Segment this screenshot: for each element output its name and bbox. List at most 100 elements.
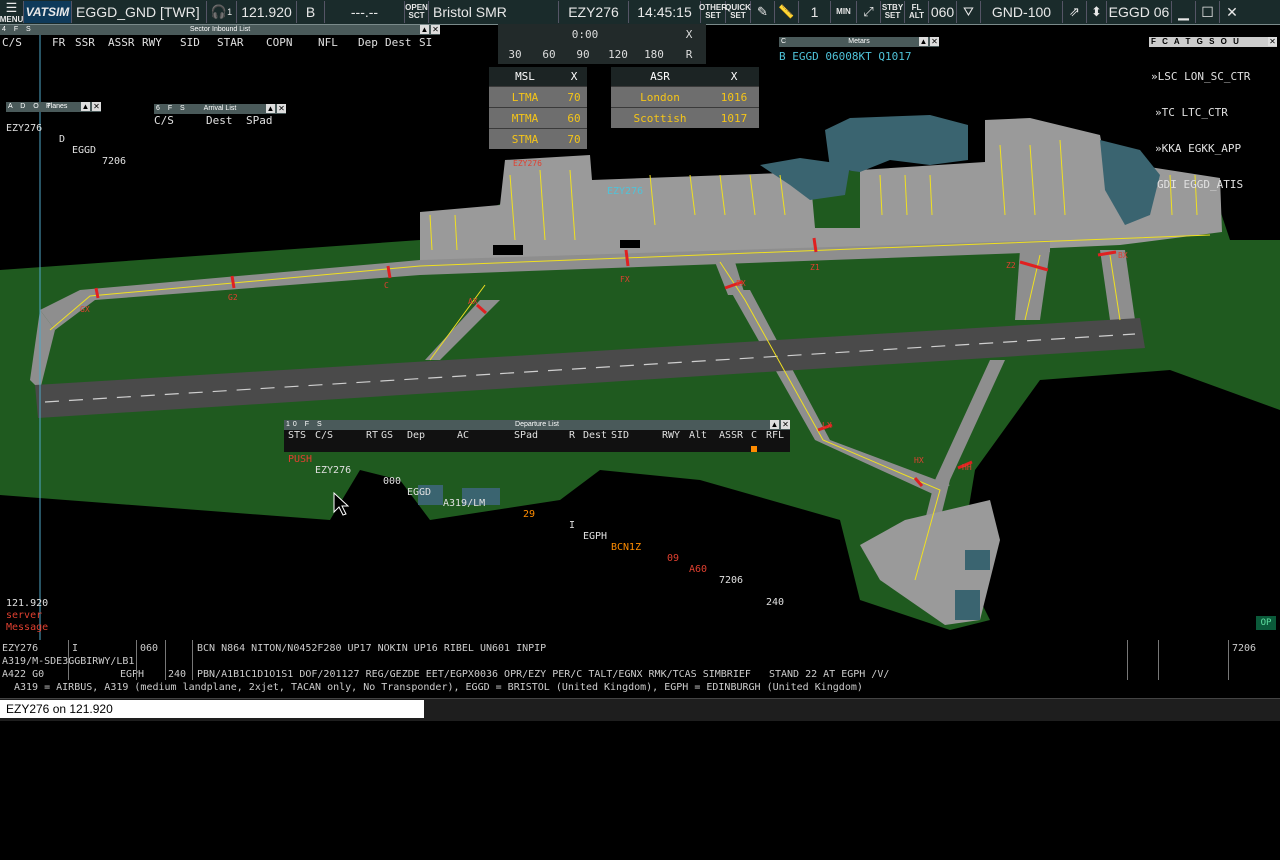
fp-squawk[interactable]: 7206 [1232,643,1256,654]
timer-display: 0:00 [571,27,599,41]
window-minimize-button[interactable]: ▁ [1172,1,1196,23]
fp-remarks[interactable]: PBN/A1B1C1D1O1S1 DOF/201127 REG/GEZDE EE… [197,669,889,680]
column-header[interactable]: SPad [514,430,538,441]
arrival-close[interactable]: ✕ [277,104,286,113]
selected-callsign[interactable]: EZY276 [559,1,629,23]
column-header[interactable]: R [569,430,575,441]
atis-letter[interactable]: B [297,1,325,23]
quick-set-button[interactable]: QUICK SET [725,1,751,23]
airport-runway[interactable]: EGGD 06 [1107,1,1172,23]
timer-preset-90[interactable]: 90 [566,48,600,61]
list-item[interactable]: EZY276 D EGGD 7206 [6,112,146,167]
departure-close[interactable]: ✕ [781,420,790,429]
taxiway-label: GX [80,305,90,314]
metars-close[interactable]: ✕ [930,37,939,46]
timer-close[interactable]: X [672,28,706,41]
scale-button[interactable]: ⇗ [1063,1,1087,23]
filter-button[interactable]: ⛛ [957,1,981,23]
headset-button[interactable]: 🎧 1 [207,1,237,23]
atc-entry[interactable]: »TC LTC_CTR [1149,107,1277,119]
fp-altitude[interactable]: 060 [140,643,158,654]
column-header[interactable]: Alt [689,430,707,441]
column-header[interactable]: STAR [217,36,244,49]
column-header[interactable]: C [751,430,757,441]
column-header[interactable]: C/S [2,36,22,49]
column-header[interactable]: SID [180,36,200,49]
taxiway-label: Z2 [1006,261,1016,270]
column-header[interactable]: SI [419,36,432,49]
fp-route[interactable]: BCN N864 NITON/N0452F280 UP17 NOKIN UP16… [197,643,546,654]
open-sct-button[interactable]: OPEN SCT [405,1,429,23]
column-header[interactable]: SPad [246,114,273,127]
atc-list-close[interactable]: ✕ [1268,37,1277,46]
atc-entry[interactable]: »LSC LON_SC_CTR [1149,71,1277,83]
sector-inbound-close[interactable]: ✕ [431,25,440,34]
timer-preset-60[interactable]: 60 [532,48,566,61]
column-header[interactable]: RWY [662,430,680,441]
menu-button[interactable]: ☰ MENU [0,0,24,24]
column-header[interactable]: Dep [358,36,378,49]
atc-entry[interactable]: »KKA EGKK_APP [1149,143,1277,155]
fp-rules[interactable]: I [72,643,78,654]
draw-button[interactable]: ✎ [751,1,775,23]
metars-collapse[interactable]: ▲ [919,37,928,46]
ruler-button[interactable]: 📏 [775,1,799,23]
fl-value[interactable]: 060 [929,1,957,23]
other-set-button[interactable]: OTHER SET [699,1,727,23]
fp-rfl[interactable]: 240 [168,669,186,680]
timer-preset-30[interactable]: 30 [498,48,532,61]
column-header[interactable]: AC [457,430,469,441]
window-close-button[interactable]: ✕ [1220,1,1244,23]
column-header[interactable]: ASSR [108,36,135,49]
sector-inbound-collapse[interactable]: ▲ [420,25,429,34]
column-header[interactable]: RWY [142,36,162,49]
column-header[interactable]: Dest [206,114,233,127]
stby-set-button[interactable]: STBY SET [881,1,905,23]
column-header[interactable]: COPN [266,36,293,49]
planes-close[interactable]: ✕ [92,102,101,111]
fl-alt-button[interactable]: FL ALT [905,1,929,23]
atc-entry[interactable]: GDI EGGD_ATIS [1149,179,1277,191]
clearance-indicator[interactable] [751,446,757,452]
column-header[interactable]: FR [52,36,65,49]
column-header[interactable]: SID [611,430,629,441]
timer-preset-120[interactable]: 120 [600,48,636,61]
fp-callsign[interactable]: EZY276 [2,643,38,654]
departure-row[interactable]: PUSH EZY276 000 EGGD A319/LM 29 I EGPH B… [284,443,790,608]
timer-preset-180[interactable]: 180 [636,48,672,61]
secondary-frequency[interactable]: ---.-- [325,1,405,23]
column-header[interactable]: C/S [154,114,174,127]
timer-reset[interactable]: R [672,48,706,61]
altitude-filter[interactable]: GND-100 [981,1,1063,23]
column-header[interactable]: STS [288,430,306,441]
column-header[interactable]: RFL [766,430,784,441]
taxiway-label: C [384,281,389,290]
status-message: Message [6,622,49,633]
column-header[interactable]: RT [366,430,378,441]
window-maximize-button[interactable]: ☐ [1196,1,1220,23]
column-header[interactable]: ASSR [719,430,743,441]
wind-button[interactable]: ⬍ [1087,1,1107,23]
minimize-tool-button[interactable]: MIN [831,1,857,23]
command-input[interactable]: EZY276 on 121.920 [0,700,424,718]
column-header[interactable]: Dep [407,430,425,441]
minimize-icon: ▁ [1178,3,1189,20]
op-badge[interactable]: OP [1256,616,1276,630]
column-header[interactable]: Dest [583,430,607,441]
metar-text[interactable]: B EGGD 06008KT Q1017 [779,50,939,63]
fp-line3: A422 G0 [2,669,45,680]
column-header[interactable]: GS [381,430,393,441]
atc-list: F C A T G S O U ✕ »LSC LON_SC_CTR »TC LT… [1149,37,1277,191]
msl-close[interactable]: X [561,70,587,83]
departure-collapse[interactable]: ▲ [770,420,779,429]
split-button[interactable]: ⤢ [857,1,881,23]
column-header[interactable]: C/S [315,430,333,441]
column-header[interactable]: SSR [75,36,95,49]
asr-close[interactable]: X [709,70,759,83]
arrival-collapse[interactable]: ▲ [266,104,275,113]
fp-destination[interactable]: EGPH [120,669,144,680]
column-header[interactable]: Dest [385,36,412,49]
planes-collapse[interactable]: ▲ [81,102,90,111]
primary-frequency[interactable]: 121.920 [237,1,297,23]
column-header[interactable]: NFL [318,36,338,49]
